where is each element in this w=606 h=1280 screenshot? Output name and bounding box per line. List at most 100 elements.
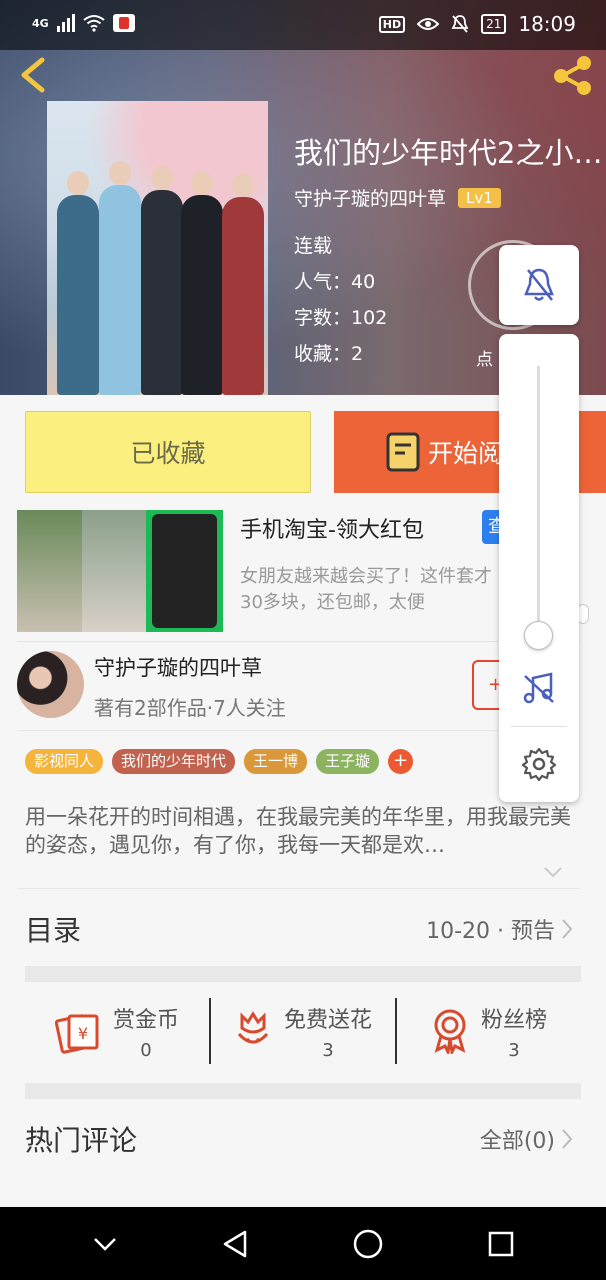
home-circle-icon[interactable] <box>352 1228 384 1260</box>
network-label: 4G <box>32 16 49 30</box>
book-title: 我们的少年时代2之小… <box>294 136 603 170</box>
book-author[interactable]: 守护子璇的四叶草 <box>294 184 446 211</box>
stat-value: 3 <box>508 1039 520 1061</box>
divider <box>17 730 580 731</box>
favorites-label: 收藏： <box>294 343 352 365</box>
divider <box>17 641 580 642</box>
svg-text:¥: ¥ <box>78 1024 88 1043</box>
tag-item[interactable]: 王子璇 <box>316 749 380 774</box>
stat-value: 3 <box>322 1039 334 1061</box>
cover-figure-head <box>109 161 131 185</box>
cover-figure-head <box>232 173 254 197</box>
ad-title[interactable]: 手机淘宝-领大红包 <box>240 512 424 544</box>
ad-image[interactable] <box>17 510 224 632</box>
catalog-title: 目录 <box>25 914 82 947</box>
status-bar: 4G HD 21 18:09 <box>0 0 606 50</box>
book-cover-image[interactable] <box>47 101 268 395</box>
volume-panel <box>499 334 579 802</box>
author-avatar[interactable] <box>17 651 84 718</box>
start-reading-label: 开始阅 <box>428 439 504 468</box>
reward-coins-text: 赏金币 0 <box>113 1002 179 1061</box>
catalog-info-text: 10-20 · 预告 <box>426 919 555 944</box>
ribbon-medal-icon <box>434 1009 466 1054</box>
share-icon[interactable] <box>550 52 596 98</box>
divider <box>17 888 580 889</box>
volume-slider-track[interactable] <box>537 366 540 648</box>
flower-icon <box>237 1011 269 1044</box>
hd-icon: HD <box>378 15 406 33</box>
mute-notifications-button[interactable] <box>499 245 579 325</box>
bell-off-icon <box>524 268 554 301</box>
chevron-right-icon <box>562 919 573 939</box>
cover-figure <box>57 195 99 395</box>
reward-coins-item[interactable]: ¥ 赏金币 0 <box>25 998 211 1064</box>
recents-square-icon[interactable] <box>487 1230 515 1258</box>
free-flowers-text: 免费送花 3 <box>284 1002 372 1061</box>
author-stats: 著有2部作品·7人关注 <box>94 696 286 720</box>
favorites-value: 2 <box>351 343 364 365</box>
hot-comments-row: 热门评论 全部(0) <box>25 1119 573 1159</box>
tag-list: 影视同人 我们的少年时代 王一博 王子璇 + <box>25 749 414 774</box>
stat-value: 0 <box>140 1039 152 1061</box>
music-off-icon[interactable] <box>521 670 557 706</box>
cover-figure <box>141 190 183 395</box>
back-triangle-icon[interactable] <box>221 1229 249 1259</box>
ad-image-panel <box>81 510 147 632</box>
favorites-row: 收藏：2 <box>294 339 363 366</box>
hot-comments-title: 热门评论 <box>25 1124 138 1157</box>
words-value: 102 <box>351 307 388 329</box>
coin-envelope-icon: ¥ <box>54 1014 99 1054</box>
catalog-row[interactable]: 目录 10-20 · 预告 <box>25 909 573 949</box>
popularity-value: 40 <box>351 271 376 293</box>
collected-button[interactable]: 已收藏 <box>25 411 311 493</box>
words-row: 字数：102 <box>294 303 387 330</box>
status-left: 4G <box>32 14 135 32</box>
panel-divider <box>511 726 567 727</box>
chevron-right-icon <box>562 1129 573 1149</box>
ad-image-panel <box>17 510 82 632</box>
cover-figure <box>99 185 141 395</box>
section-separator <box>25 966 581 982</box>
chevron-down-icon[interactable] <box>92 1235 118 1253</box>
back-arrow-icon[interactable] <box>16 56 50 94</box>
tag-item[interactable]: 影视同人 <box>25 749 104 774</box>
popularity-row: 人气：40 <box>294 267 375 294</box>
all-comments-link[interactable]: 全部(0) <box>480 1123 573 1155</box>
popularity-label: 人气： <box>294 271 352 293</box>
book-detail-screen: 4G HD 21 18:09 我们的少年时代2之小… 守护子璇的四叶草 Lv1 <box>0 0 606 1280</box>
fan-ranking-text: 粉丝榜 3 <box>481 1002 547 1061</box>
book-status: 连载 <box>294 235 333 257</box>
chevron-down-icon[interactable] <box>543 864 563 880</box>
book-icon <box>386 432 420 472</box>
catalog-info: 10-20 · 预告 <box>426 913 573 945</box>
signal-icon <box>56 14 75 32</box>
cover-figure-head <box>191 171 213 195</box>
free-flowers-item[interactable]: 免费送花 3 <box>211 998 397 1064</box>
author-name[interactable]: 守护子璇的四叶草 <box>94 652 262 682</box>
level-badge: Lv1 <box>458 187 501 208</box>
fan-ranking-item[interactable]: 粉丝榜 3 <box>397 998 581 1064</box>
ad-description: 女朋友越来越会买了！这件套才30多块，还包邮，太便 <box>240 566 492 613</box>
clock: 18:09 <box>518 12 576 36</box>
stats-row: ¥ 赏金币 0 免费送花 3 粉丝榜 3 <box>25 998 581 1064</box>
stat-label: 赏金币 <box>112 1007 179 1033</box>
stat-label: 免费送花 <box>283 1007 372 1033</box>
cover-figure <box>181 195 223 395</box>
eye-icon <box>417 18 440 30</box>
cover-figure-head <box>67 171 89 195</box>
gear-icon[interactable] <box>521 746 557 782</box>
app-notification-icon <box>112 14 135 32</box>
book-author-line: 守护子璇的四叶草 Lv1 <box>294 184 501 211</box>
rate-label: 点 <box>476 350 493 370</box>
tag-item[interactable]: 王一博 <box>244 749 308 774</box>
section-separator <box>25 1083 581 1099</box>
ad-image-panel <box>146 510 224 632</box>
stat-label: 粉丝榜 <box>480 1007 547 1033</box>
book-intro[interactable]: 用一朵花开的时间相遇，在我最完美的年华里，用我最完美的姿态，遇见你，有了你，我每… <box>25 803 573 859</box>
volume-slider-thumb[interactable] <box>524 621 553 650</box>
system-nav-bar <box>0 1207 606 1280</box>
tag-item[interactable]: 我们的少年时代 <box>112 749 236 774</box>
add-tag-button[interactable]: + <box>388 749 414 774</box>
cover-figure <box>222 197 264 395</box>
all-comments-label: 全部(0) <box>479 1129 555 1154</box>
